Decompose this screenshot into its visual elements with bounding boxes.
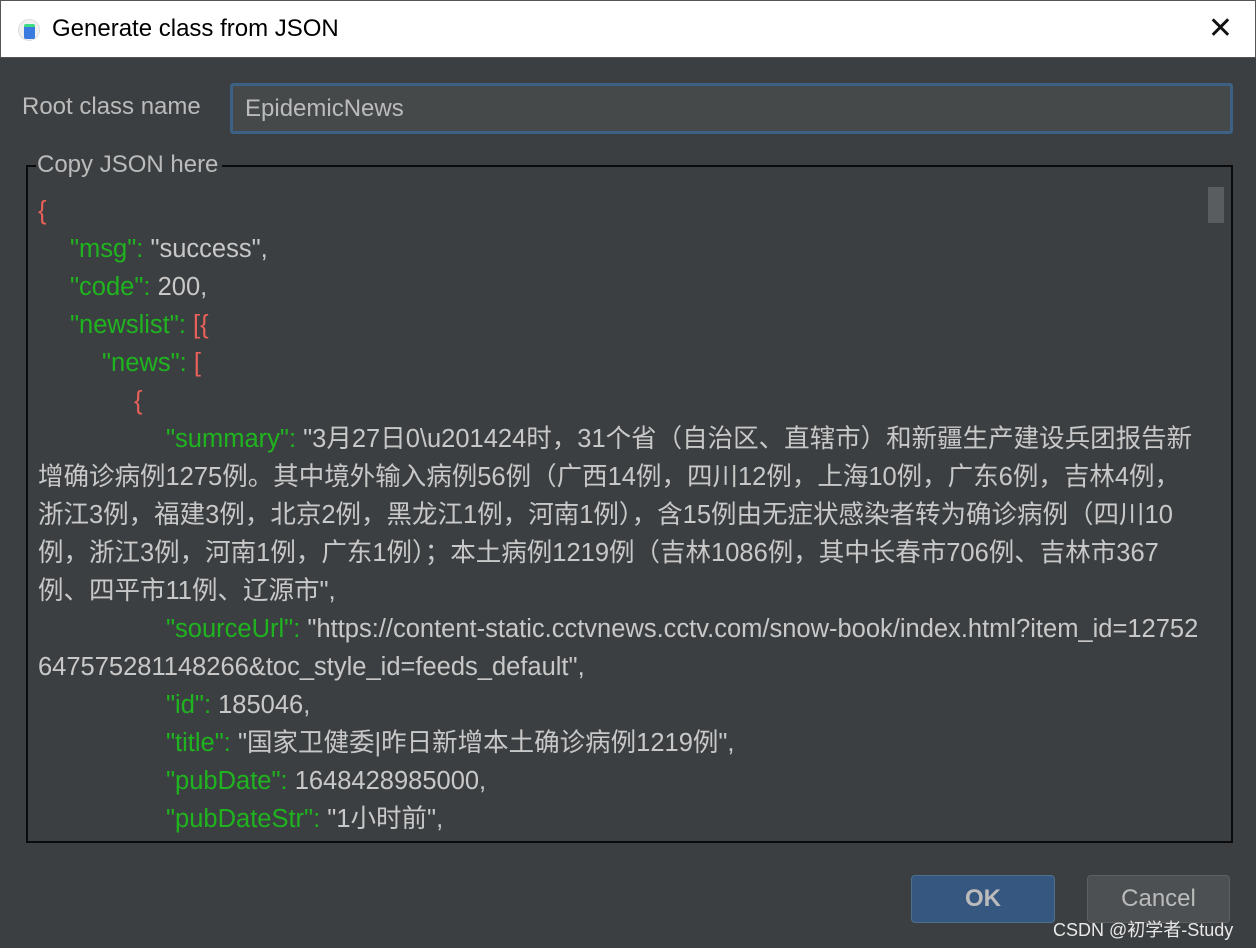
json-bracket: [ xyxy=(193,349,201,377)
title-bar: Generate class from JSON ✕ xyxy=(0,0,1256,58)
root-class-name-input[interactable] xyxy=(230,83,1233,134)
code-line: { xyxy=(38,192,1200,230)
json-key: "summary" xyxy=(166,425,289,453)
json-key: "id" xyxy=(166,691,204,719)
json-bracket: [{ xyxy=(192,311,209,339)
dialog-title: Generate class from JSON xyxy=(52,15,339,42)
json-key: "sourceUrl" xyxy=(166,615,294,643)
json-key: : xyxy=(203,691,219,719)
code-line: "pubDate": 1648428985000, xyxy=(38,762,1200,800)
code-line: "pubDateStr": "1小时前", xyxy=(38,800,1200,838)
code-line: "news": [ xyxy=(38,344,1200,382)
code-line: "sourceUrl": "https://content-static.cct… xyxy=(38,610,1200,686)
json-key: : xyxy=(313,805,328,833)
json-key: "pubDateStr" xyxy=(166,805,314,833)
json-value: "国家卫健委|昨日新增本土确诊病例1219例", xyxy=(237,729,735,757)
json-bracket: { xyxy=(38,197,47,225)
code-line: "title": "国家卫健委|昨日新增本土确诊病例1219例", xyxy=(38,724,1200,762)
watermark: CSDN @初学者-Study xyxy=(1053,920,1234,940)
close-icon[interactable]: ✕ xyxy=(1208,11,1233,47)
json-key: : xyxy=(288,425,304,453)
json-bracket: { xyxy=(134,387,143,415)
json-key: : xyxy=(280,767,295,795)
json-value: 185046, xyxy=(218,691,311,719)
json-value: 200, xyxy=(157,273,208,301)
json-key: "msg" xyxy=(70,235,137,263)
android-studio-icon xyxy=(18,19,40,41)
json-key: "newslist" xyxy=(70,311,179,339)
code-line: "msg": "success", xyxy=(38,230,1200,268)
json-key: : xyxy=(179,349,194,377)
json-value: 1648428985000, xyxy=(294,767,487,795)
json-key: "code" xyxy=(70,273,144,301)
json-key: "pubDate" xyxy=(166,767,281,795)
json-key: : xyxy=(293,615,308,643)
json-value: "success", xyxy=(150,235,268,263)
json-key: : xyxy=(178,311,193,339)
root-class-name-label: Root class name xyxy=(22,93,201,120)
code-line: "summary": "3月27日0\u201424时，31个省（自治区、直辖市… xyxy=(38,420,1200,610)
json-editor[interactable]: {"msg": "success", "code": 200, "newslist"… xyxy=(30,192,1200,840)
json-key: "news" xyxy=(102,349,180,377)
code-line: "id": 185046, xyxy=(38,686,1200,724)
editor-scrollbar[interactable] xyxy=(1208,187,1224,223)
json-value: "1小时前", xyxy=(327,805,444,833)
json-group-label: Copy JSON here xyxy=(36,151,223,179)
json-key: : xyxy=(143,273,158,301)
code-line: { xyxy=(38,382,1200,420)
json-key: : xyxy=(223,729,238,757)
code-line: "newslist": [{ xyxy=(38,306,1200,344)
json-key: : xyxy=(136,235,151,263)
json-key: "title" xyxy=(166,729,224,757)
ok-button[interactable]: OK xyxy=(911,875,1055,923)
code-line: "code": 200, xyxy=(38,268,1200,306)
